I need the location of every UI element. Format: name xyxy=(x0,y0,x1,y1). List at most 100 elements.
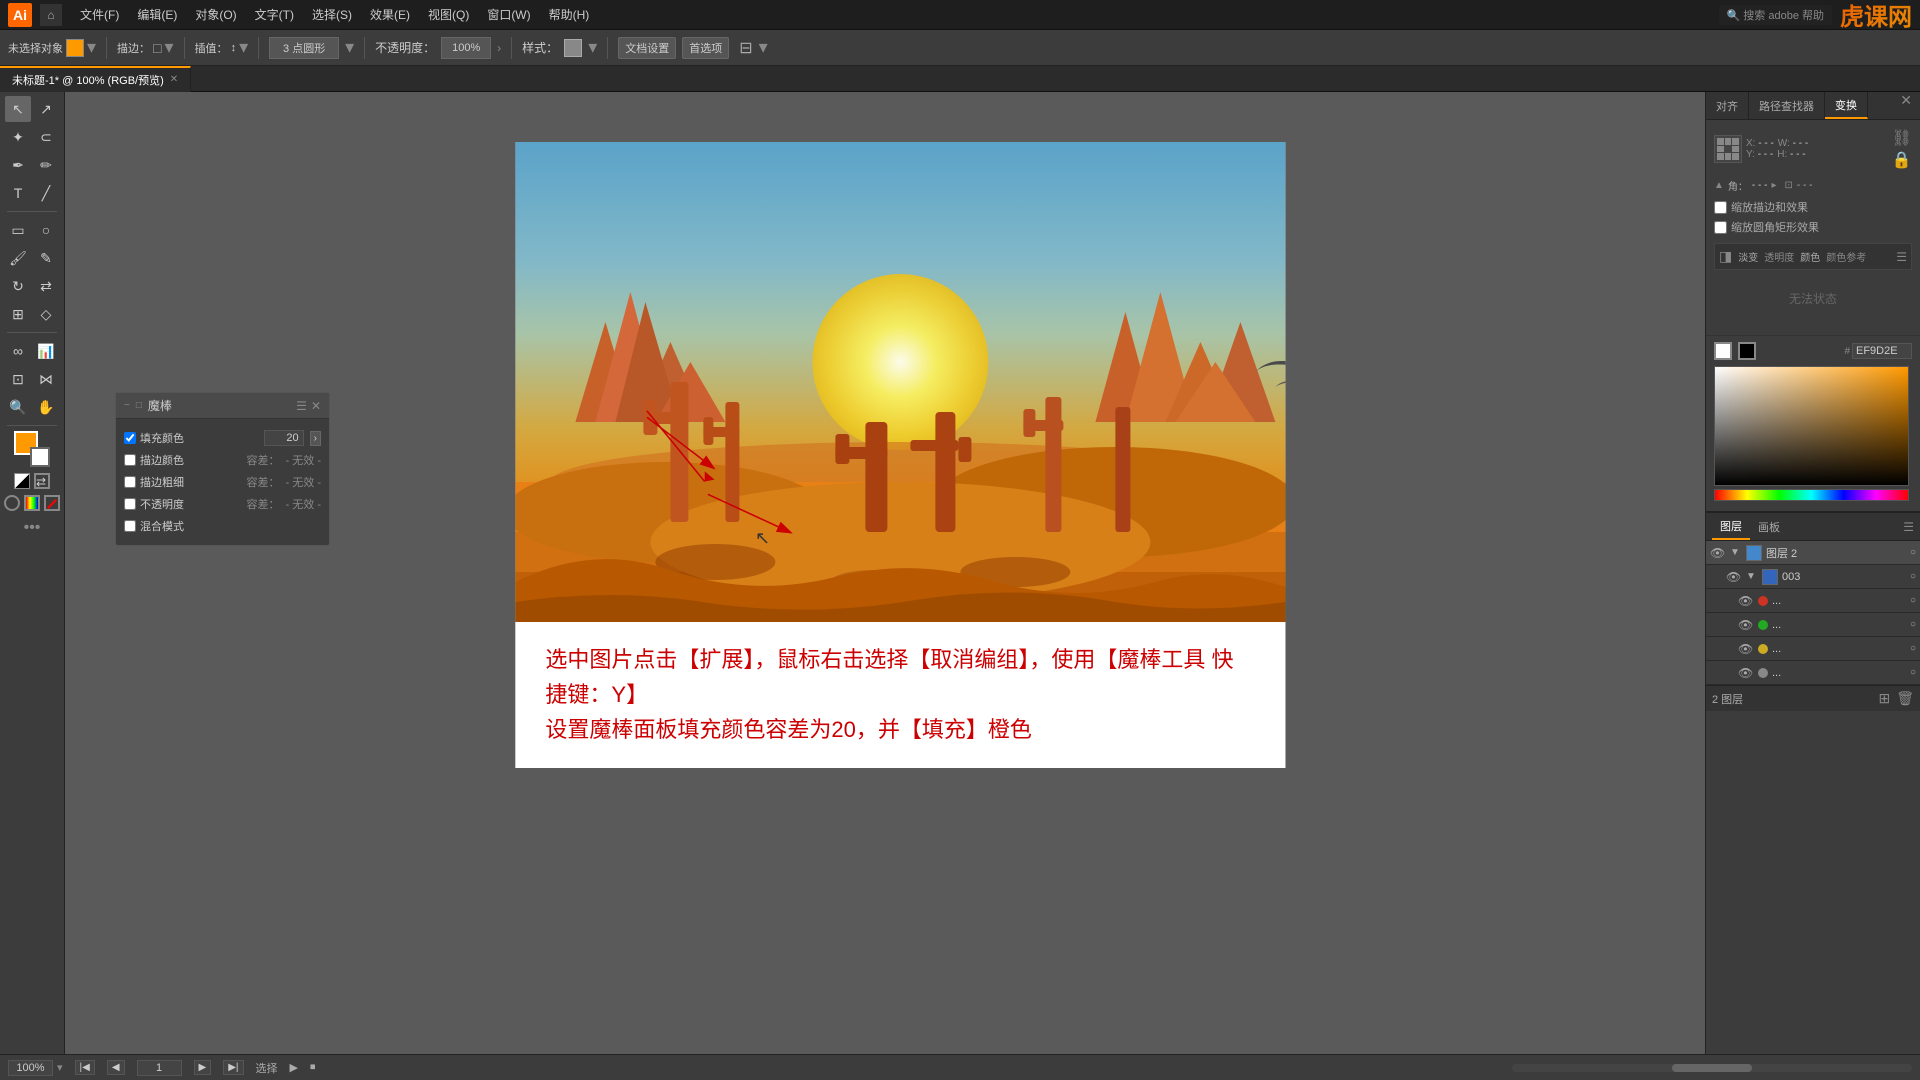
lasso-tool[interactable]: ⊂ xyxy=(33,124,59,150)
tab-transform[interactable]: 变换 xyxy=(1825,92,1868,119)
background-color[interactable] xyxy=(30,447,50,467)
h-scrollbar[interactable] xyxy=(1512,1064,1912,1072)
magic-wand-tool[interactable]: ✦ xyxy=(5,124,31,150)
menu-help[interactable]: 帮助(H) xyxy=(541,4,598,25)
layer-green-eye[interactable]: 👁 xyxy=(1738,618,1754,632)
zoom-tool[interactable]: 🔍 xyxy=(5,394,31,420)
fg-bg-color[interactable] xyxy=(14,431,50,467)
layer-row-2[interactable]: 👁 ▼ 图层 2 ○ xyxy=(1706,541,1920,565)
home-icon[interactable]: ⌂ xyxy=(40,4,62,26)
layer-yellow-eye[interactable]: 👁 xyxy=(1738,642,1754,656)
menu-select[interactable]: 选择(S) xyxy=(304,4,360,25)
layer-row-red[interactable]: 👁 ... ○ xyxy=(1706,589,1920,613)
reflect-tool[interactable]: ⇄ xyxy=(33,273,59,299)
slice-tool[interactable]: ⋈ xyxy=(33,366,59,392)
menu-view[interactable]: 视图(Q) xyxy=(420,4,477,25)
stroke-color-checkbox[interactable] xyxy=(124,454,136,466)
layer-003-eye[interactable]: 👁 xyxy=(1726,570,1742,584)
swap-colors[interactable]: ⇄ xyxy=(34,473,50,489)
zoom-input[interactable] xyxy=(8,1060,53,1076)
scale-strokes-checkbox[interactable] xyxy=(1714,201,1727,214)
gradient-btn[interactable] xyxy=(4,495,20,511)
shear-tool[interactable]: ◇ xyxy=(33,301,59,327)
nav-last[interactable]: ▶| xyxy=(223,1060,243,1075)
opacity-input[interactable] xyxy=(441,37,491,59)
scale-tool[interactable]: ⊞ xyxy=(5,301,31,327)
layer-green-circle[interactable]: ○ xyxy=(1910,619,1916,630)
color-picker-gradient[interactable] xyxy=(1714,366,1909,486)
brush-size-input[interactable] xyxy=(269,37,339,59)
direct-select-tool[interactable]: ↗ xyxy=(33,96,59,122)
layer-2-circle[interactable]: ○ xyxy=(1910,547,1916,558)
magic-panel-expand[interactable]: □ xyxy=(136,400,142,411)
ellipse-tool[interactable]: ○ xyxy=(33,217,59,243)
page-number-input[interactable] xyxy=(137,1060,182,1076)
magic-panel-close[interactable]: ✕ xyxy=(311,399,321,413)
stop-btn[interactable]: ⏹ xyxy=(310,1061,316,1074)
reset-colors[interactable] xyxy=(14,473,30,489)
doc-settings-btn[interactable]: 文档设置 xyxy=(618,37,676,59)
warp-selector[interactable]: 插值： ↕ ▾ xyxy=(195,37,249,58)
hex-color-input[interactable] xyxy=(1852,343,1912,359)
magic-panel-menu[interactable]: ☰ xyxy=(296,399,307,413)
tab-align[interactable]: 对齐 xyxy=(1706,92,1749,119)
column-graph-tool[interactable]: 📊 xyxy=(33,338,59,364)
layer-red-eye[interactable]: 👁 xyxy=(1738,594,1754,608)
none-btn[interactable] xyxy=(44,495,60,511)
style-swatch[interactable] xyxy=(564,39,582,57)
canvas-area[interactable]: 选中图片点击【扩展】，鼠标右击选择【取消编组】，使用【魔棒工具 快捷键：Y】 设… xyxy=(65,92,1705,1054)
menu-file[interactable]: 文件(F) xyxy=(72,4,127,25)
layer-row-gray[interactable]: 👁 ... ○ xyxy=(1706,661,1920,685)
rect-tool[interactable]: ▭ xyxy=(5,217,31,243)
layer-yellow-circle[interactable]: ○ xyxy=(1910,643,1916,654)
layer-red-circle[interactable]: ○ xyxy=(1910,595,1916,606)
nav-prev[interactable]: ◀ xyxy=(107,1060,125,1075)
stroke-selector[interactable]: 描边： □ ▾ xyxy=(117,37,174,58)
menu-effect[interactable]: 效果(E) xyxy=(362,4,418,25)
layers-panel-menu[interactable]: ☰ xyxy=(1903,520,1914,534)
text-tool[interactable]: T xyxy=(5,180,31,206)
menu-window[interactable]: 窗口(W) xyxy=(479,4,538,25)
layer-003-expand[interactable]: ▼ xyxy=(1746,571,1758,582)
nav-first[interactable]: |◀ xyxy=(75,1060,95,1075)
layer-row-green[interactable]: 👁 ... ○ xyxy=(1706,613,1920,637)
tolerance-increase[interactable]: › xyxy=(310,431,321,446)
select-tool[interactable]: ↖ xyxy=(5,96,31,122)
layer-003-circle[interactable]: ○ xyxy=(1910,571,1916,582)
layer-gray-eye[interactable]: 👁 xyxy=(1738,666,1754,680)
nav-next[interactable]: ▶ xyxy=(194,1060,212,1075)
pencil-tool[interactable]: ✎ xyxy=(33,245,59,271)
opacity-checkbox[interactable] xyxy=(124,498,136,510)
make-layer-btn[interactable]: ⊞ xyxy=(1878,690,1890,707)
paintbrush-tool[interactable]: 🖌 xyxy=(5,245,31,271)
line-tool[interactable]: ╱ xyxy=(33,180,59,206)
menu-edit[interactable]: 编辑(E) xyxy=(129,4,185,25)
layer-2-expand[interactable]: ▼ xyxy=(1730,547,1742,558)
tab-pathfinder[interactable]: 路径查找器 xyxy=(1749,92,1825,119)
magic-panel-collapse[interactable]: − xyxy=(124,400,130,411)
blend-checkbox[interactable] xyxy=(124,520,136,532)
play-btn[interactable]: ▶ xyxy=(290,1061,298,1074)
scale-corners-checkbox[interactable] xyxy=(1714,221,1727,234)
menu-text[interactable]: 文字(T) xyxy=(247,4,302,25)
tolerance-value[interactable]: 20 xyxy=(264,430,304,446)
more-tools[interactable]: ••• xyxy=(24,519,41,537)
stroke-width-checkbox[interactable] xyxy=(124,476,136,488)
delete-layer-btn[interactable]: 🗑 xyxy=(1896,690,1914,707)
blend-tool[interactable]: ∞ xyxy=(5,338,31,364)
artboard-tool[interactable]: ⊡ xyxy=(5,366,31,392)
rotate-tool[interactable]: ↻ xyxy=(5,273,31,299)
fill-color-checkbox[interactable] xyxy=(124,432,136,444)
hue-spectrum[interactable] xyxy=(1714,489,1909,501)
document-tab[interactable]: 未标题-1* @ 100% (RGB/预览) ✕ xyxy=(0,66,191,92)
layers-tab-layers[interactable]: 图层 xyxy=(1712,513,1750,540)
preferences-btn[interactable]: 首选项 xyxy=(682,37,729,59)
fill-color-swatch[interactable] xyxy=(66,39,84,57)
fill-color-selector[interactable]: 未选择对象 ▾ xyxy=(8,37,96,58)
layer-gray-circle[interactable]: ○ xyxy=(1910,667,1916,678)
type-tool[interactable]: ✏ xyxy=(33,152,59,178)
pattern-btn[interactable] xyxy=(24,495,40,511)
tab-close-btn[interactable]: ✕ xyxy=(170,74,178,85)
pen-tool[interactable]: ✒ xyxy=(5,152,31,178)
color-black-swatch[interactable] xyxy=(1738,342,1756,360)
